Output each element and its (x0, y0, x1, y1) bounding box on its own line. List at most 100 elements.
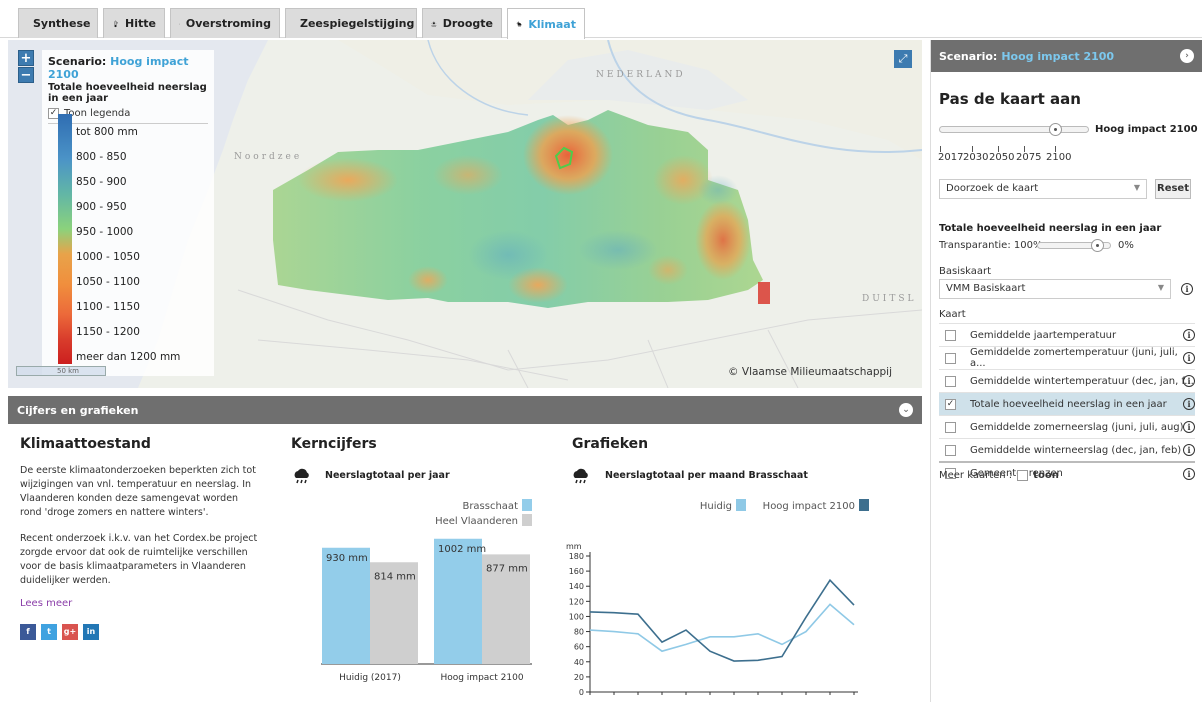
category-label: Hoog impact 2100 (440, 673, 523, 683)
monthly-precipitation-line-chart: Huidig Hoog impact 2100 mm 0 20 40 60 80 100 120 1… (566, 499, 869, 697)
tab-hitte[interactable]: Hitte (103, 8, 165, 38)
basemap-value: VMM Basiskaart (946, 283, 1026, 294)
info-icon[interactable]: i (1183, 421, 1195, 433)
layer-item[interactable]: Gemiddelde zomertemperatuur (juni, juli,… (939, 346, 1195, 369)
info-icon[interactable]: i (1183, 375, 1195, 387)
scenario-slider-handle[interactable] (1049, 123, 1062, 136)
legend-label: 1150 - 1200 (76, 326, 140, 338)
checkbox-icon[interactable] (945, 352, 956, 364)
show-legend-toggle[interactable]: ✓ Toon legenda (48, 108, 208, 119)
zoom-in-button[interactable]: + (18, 50, 34, 66)
bar-brasschaat (322, 547, 370, 664)
more-maps-checkbox[interactable] (1017, 470, 1029, 481)
tab-bar: Synthese Hitte Overstroming Zeespiegelst… (0, 0, 1202, 39)
legend-color-ramp (58, 114, 72, 364)
legend-label: Brasschaat (462, 501, 518, 512)
checkbox-checked-icon[interactable]: ✓ (945, 398, 956, 410)
fullscreen-icon[interactable]: ⤢ (894, 50, 912, 68)
tab-overstroming[interactable]: Overstroming (170, 8, 280, 38)
checkbox-icon[interactable] (945, 421, 956, 433)
y-tick-label: 180 (569, 552, 584, 561)
checkbox-icon[interactable] (945, 329, 956, 341)
google-plus-icon[interactable]: g+ (62, 624, 78, 640)
map-copyright: © Vlaamse Milieumaatschappij (728, 366, 892, 378)
legend-label: Huidig (700, 501, 732, 512)
twitter-icon[interactable]: t (41, 624, 57, 640)
year-tick: 2100 (1046, 152, 1072, 163)
layer-item[interactable]: Gemiddelde winterneerslag (dec, jan, feb… (939, 438, 1195, 461)
layer-label: Gemiddelde zomerneerslag (juni, juli, au… (970, 421, 1184, 433)
transparency-slider-handle[interactable] (1091, 239, 1104, 252)
tab-droogte[interactable]: Droogte (422, 8, 502, 38)
scale-bar: 50 km (16, 366, 106, 376)
legend-label: 800 - 850 (76, 151, 127, 163)
y-tick-label: 120 (569, 597, 584, 606)
y-tick-label: 20 (574, 673, 584, 682)
layer-item-selected[interactable]: ✓ Totale hoeveelheid neerslag in een jaar… (939, 392, 1195, 415)
layer-item[interactable]: Gemiddelde wintertemperatuur (dec, jan, … (939, 369, 1195, 392)
y-tick-label: 0 (579, 688, 584, 697)
map-view[interactable]: NEDERLAND Noordzee DUITSL + − ⤢ Scenario… (8, 40, 922, 388)
more-maps-toggle[interactable]: toon (1033, 470, 1059, 481)
map-label-duitsland: DUITSL (862, 294, 917, 304)
transparency-label: Transparantie: 100% (939, 240, 1043, 251)
tab-klimaat[interactable]: Klimaat (507, 8, 585, 39)
y-tick-label: 140 (569, 582, 584, 591)
scenario-label: Scenario: (48, 55, 107, 68)
layer-item[interactable]: Gemiddelde jaartemperatuur i (939, 323, 1195, 346)
layer-label: Gemiddelde jaartemperatuur (970, 329, 1117, 341)
chevron-right-icon[interactable]: › (1180, 49, 1194, 63)
series-line-hoog-impact (589, 578, 855, 662)
chevron-down-icon[interactable]: ⌄ (899, 403, 913, 417)
linkedin-icon[interactable]: in (83, 624, 99, 640)
basemap-select[interactable]: VMM Basiskaart ▼ (939, 279, 1171, 299)
checkbox-icon[interactable] (945, 375, 956, 387)
tab-label: Klimaat (528, 17, 576, 31)
figures-header[interactable]: Cijfers en grafieken ⌄ (8, 396, 922, 424)
panel-title: Pas de kaart aan (939, 90, 1081, 108)
info-icon[interactable]: i (1183, 352, 1195, 364)
legend-label: meer dan 1200 mm (76, 351, 181, 363)
chevron-down-icon: ▼ (1133, 183, 1140, 192)
bar-value-label: 814 mm (374, 571, 416, 582)
layer-label: Gemiddelde wintertemperatuur (dec, jan, … (970, 375, 1194, 387)
tab-synthese[interactable]: Synthese (18, 8, 98, 38)
scenario-slider[interactable] (939, 126, 1089, 133)
legend-swatch (859, 499, 869, 511)
legend-label: 950 - 1000 (76, 226, 134, 238)
map-search-select[interactable]: Doorzoek de kaart ▼ (939, 179, 1147, 199)
figures-header-label: Cijfers en grafieken (17, 403, 139, 417)
grafieken-title: Grafieken (572, 436, 649, 452)
info-icon[interactable]: i (1183, 329, 1195, 341)
tab-label: Overstroming (185, 17, 271, 30)
y-tick-label: 160 (569, 567, 584, 576)
legend-label: 1100 - 1150 (76, 301, 140, 313)
bar-value-label: 930 mm (326, 553, 368, 564)
facebook-icon[interactable]: f (20, 624, 36, 640)
bar-brasschaat (434, 538, 482, 664)
legend-divider (48, 123, 208, 124)
info-icon[interactable]: i (1183, 468, 1195, 480)
info-icon[interactable]: i (1183, 398, 1195, 410)
layer-label: Gemiddelde zomertemperatuur (juni, juli,… (969, 347, 1178, 369)
y-tick-label: 100 (569, 612, 584, 621)
y-axis-label: mm (566, 542, 582, 551)
checkbox-icon[interactable] (945, 444, 956, 456)
drought-icon (431, 20, 437, 27)
legend-scenario: Scenario: Hoog impact 2100 (48, 55, 208, 81)
zoom-out-button[interactable]: − (18, 67, 34, 83)
bar-value-label: 877 mm (486, 563, 528, 574)
y-tick-label: 80 (574, 628, 584, 637)
layer-item[interactable]: Gemiddelde zomerneerslag (juni, juli, au… (939, 415, 1195, 438)
bar-value-label: 1002 mm (438, 544, 486, 555)
read-more-link[interactable]: Lees meer (20, 598, 72, 609)
klimaat-title: Klimaattoestand (20, 436, 151, 452)
info-icon[interactable]: i (1181, 283, 1193, 295)
reset-button[interactable]: Reset (1155, 179, 1191, 199)
thermometer-icon (114, 20, 118, 27)
chevron-down-icon: ▼ (1157, 283, 1164, 292)
show-legend-label: Toon legenda (64, 108, 131, 119)
panel-scenario-value: Hoog impact 2100 (1001, 49, 1115, 63)
info-icon[interactable]: i (1183, 444, 1195, 456)
tab-zeespiegelstijging[interactable]: Zeespiegelstijging (285, 8, 417, 38)
